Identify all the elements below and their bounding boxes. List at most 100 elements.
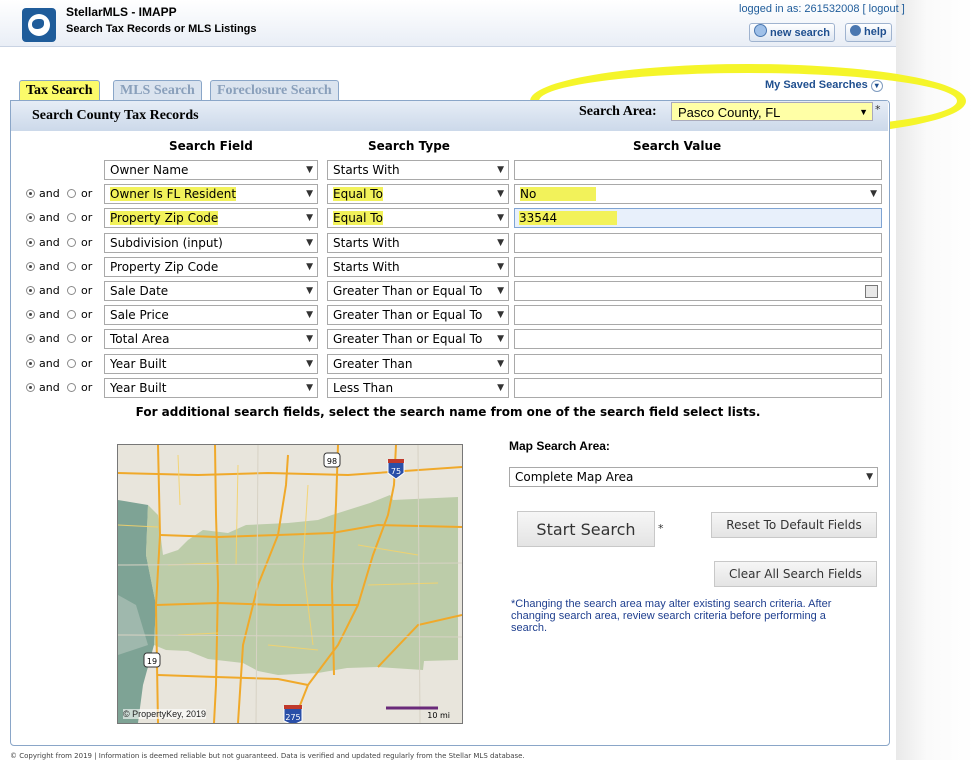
search-value-input[interactable] <box>514 378 882 398</box>
or-radio[interactable] <box>67 286 76 295</box>
or-label: or <box>81 381 93 394</box>
dropdown-arrow-icon: ▼ <box>497 383 504 393</box>
help-icon <box>850 25 861 36</box>
or-radio[interactable] <box>67 359 76 368</box>
search-field-value: Property Zip Code <box>110 211 219 225</box>
clear-all-search-fields-button[interactable]: Clear All Search Fields <box>714 561 877 587</box>
search-type-select[interactable]: Equal To ▼ <box>327 208 509 228</box>
search-type-value: Greater Than or Equal To <box>333 332 483 346</box>
or-radio[interactable] <box>67 383 76 392</box>
or-label: or <box>81 357 93 370</box>
or-radio[interactable] <box>67 238 76 247</box>
search-value-input[interactable]: 33544 <box>514 208 882 228</box>
and-radio[interactable] <box>26 238 35 247</box>
search-type-value: Starts With <box>333 236 400 250</box>
or-radio[interactable] <box>67 310 76 319</box>
search-field-select[interactable]: Total Area ▼ <box>104 329 318 349</box>
or-radio[interactable] <box>67 334 76 343</box>
search-type-select[interactable]: Greater Than or Equal To ▼ <box>327 305 509 325</box>
search-type-select[interactable]: Greater Than or Equal To ▼ <box>327 281 509 301</box>
search-area-select[interactable]: Pasco County, FL ▼ <box>671 102 873 121</box>
or-radio[interactable] <box>67 189 76 198</box>
search-field-value: Sale Date <box>110 284 169 298</box>
tab-tax-search[interactable]: Tax Search <box>19 80 100 101</box>
reset-default-fields-button[interactable]: Reset To Default Fields <box>711 512 877 538</box>
dropdown-arrow-icon: ▼ <box>306 359 313 369</box>
search-field-select[interactable]: Property Zip Code ▼ <box>104 257 318 277</box>
search-field-select[interactable]: Owner Is FL Resident ▼ <box>104 184 318 204</box>
search-type-select[interactable]: Greater Than or Equal To ▼ <box>327 329 509 349</box>
and-radio[interactable] <box>26 286 35 295</box>
search-field-select[interactable]: Sale Date ▼ <box>104 281 318 301</box>
tab-foreclosure-search[interactable]: Foreclosure Search <box>210 80 339 101</box>
search-value-input[interactable] <box>514 354 882 374</box>
my-saved-searches[interactable]: My Saved Searches ▾ <box>765 79 883 92</box>
tab-mls-search[interactable]: MLS Search <box>113 80 202 101</box>
help-button[interactable]: help <box>845 23 892 42</box>
start-search-button[interactable]: Start Search <box>517 511 655 547</box>
search-map[interactable]: 98 75 19 275 10 mi <box>117 444 463 724</box>
and-radio[interactable] <box>26 189 35 198</box>
dropdown-arrow-icon: ▼ <box>497 334 504 344</box>
logout-link[interactable]: logout <box>869 3 899 15</box>
search-type-value: Less Than <box>333 381 394 395</box>
and-radio[interactable] <box>26 383 35 392</box>
search-type-select[interactable]: Equal To ▼ <box>327 184 509 204</box>
magnifier-icon <box>754 24 767 37</box>
dropdown-arrow-icon: ▼ <box>306 286 313 296</box>
new-search-button[interactable]: new search <box>749 23 835 42</box>
search-field-select[interactable]: Owner Name ▼ <box>104 160 318 180</box>
search-type-select[interactable]: Less Than ▼ <box>327 378 509 398</box>
search-value-input[interactable] <box>514 329 882 349</box>
search-area-value: Pasco County, FL <box>678 105 781 120</box>
map-search-area-select[interactable]: Complete Map Area ▼ <box>509 467 878 487</box>
search-type-value: Equal To <box>333 211 383 225</box>
search-value-input[interactable] <box>514 305 882 325</box>
search-type-select[interactable]: Starts With ▼ <box>327 233 509 253</box>
and-label: and <box>39 187 60 200</box>
or-radio[interactable] <box>67 213 76 222</box>
search-field-select[interactable]: Year Built ▼ <box>104 378 318 398</box>
or-label: or <box>81 236 93 249</box>
and-radio[interactable] <box>26 334 35 343</box>
search-type-select[interactable]: Starts With ▼ <box>327 257 509 277</box>
search-field-select[interactable]: Year Built ▼ <box>104 354 318 374</box>
search-hint: For additional search fields, select the… <box>135 405 761 419</box>
search-value-text: No <box>520 187 597 201</box>
search-type-value: Greater Than or Equal To <box>333 308 483 322</box>
and-radio[interactable] <box>26 310 35 319</box>
search-field-select[interactable]: Subdivision (input) ▼ <box>104 233 318 253</box>
and-radio[interactable] <box>26 262 35 271</box>
search-field-value: Year Built <box>110 357 167 371</box>
panel-title: Search County Tax Records <box>32 108 199 123</box>
search-area-label: Search Area: <box>579 104 657 119</box>
dropdown-arrow-icon: ▼ <box>306 262 313 272</box>
and-radio[interactable] <box>26 359 35 368</box>
shield-75: 75 <box>391 467 401 476</box>
or-label: or <box>81 308 93 321</box>
and-label: and <box>39 357 60 370</box>
search-type-select[interactable]: Greater Than ▼ <box>327 354 509 374</box>
or-label: or <box>81 211 93 224</box>
search-value-input[interactable] <box>514 257 882 277</box>
map-search-area-label: Map Search Area: <box>509 439 610 453</box>
search-field-value: Sale Price <box>110 308 169 322</box>
or-radio[interactable] <box>67 262 76 271</box>
dropdown-arrow-icon: ▼ <box>497 359 504 369</box>
search-type-select[interactable]: Starts With ▼ <box>327 160 509 180</box>
col-search-type: Search Type <box>368 139 450 153</box>
and-radio[interactable] <box>26 213 35 222</box>
search-value-select[interactable]: No ▼ <box>514 184 882 204</box>
stellar-logo-icon <box>22 8 56 42</box>
search-value-date[interactable] <box>514 281 882 301</box>
search-field-select[interactable]: Property Zip Code ▼ <box>104 208 318 228</box>
dropdown-arrow-icon: ▼ <box>306 238 313 248</box>
dropdown-arrow-icon: ▼ <box>497 262 504 272</box>
and-label: and <box>39 236 60 249</box>
dropdown-arrow-icon: ▼ <box>870 189 877 199</box>
search-type-value: Greater Than or Equal To <box>333 284 483 298</box>
search-value-input[interactable] <box>514 233 882 253</box>
calendar-icon[interactable] <box>865 285 878 298</box>
search-value-input[interactable] <box>514 160 882 180</box>
search-field-select[interactable]: Sale Price ▼ <box>104 305 318 325</box>
